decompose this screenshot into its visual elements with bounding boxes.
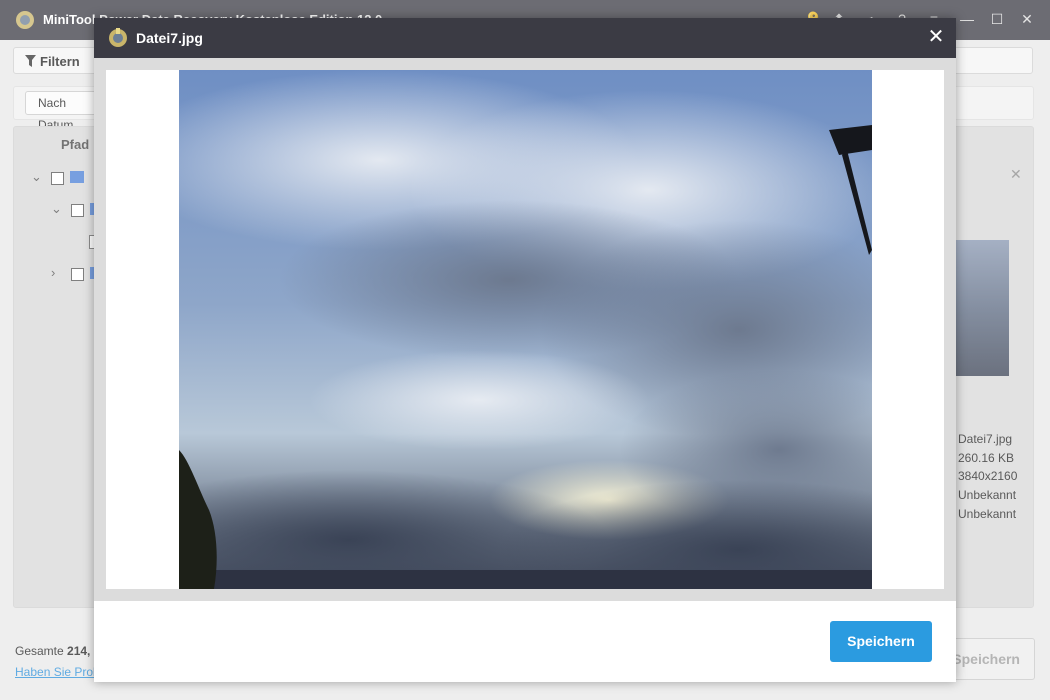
dialog-header: Datei7.jpg ✕ — [94, 18, 956, 58]
image-frame — [94, 58, 956, 601]
app-logo-icon — [109, 28, 127, 47]
preview-image — [179, 70, 872, 589]
dialog-title: Datei7.jpg — [136, 30, 203, 46]
save-button[interactable]: Speichern — [830, 621, 932, 662]
image-canvas — [106, 70, 944, 589]
preview-dialog: Datei7.jpg ✕ Speichern — [94, 18, 956, 682]
close-icon[interactable]: ✕ — [926, 26, 946, 48]
